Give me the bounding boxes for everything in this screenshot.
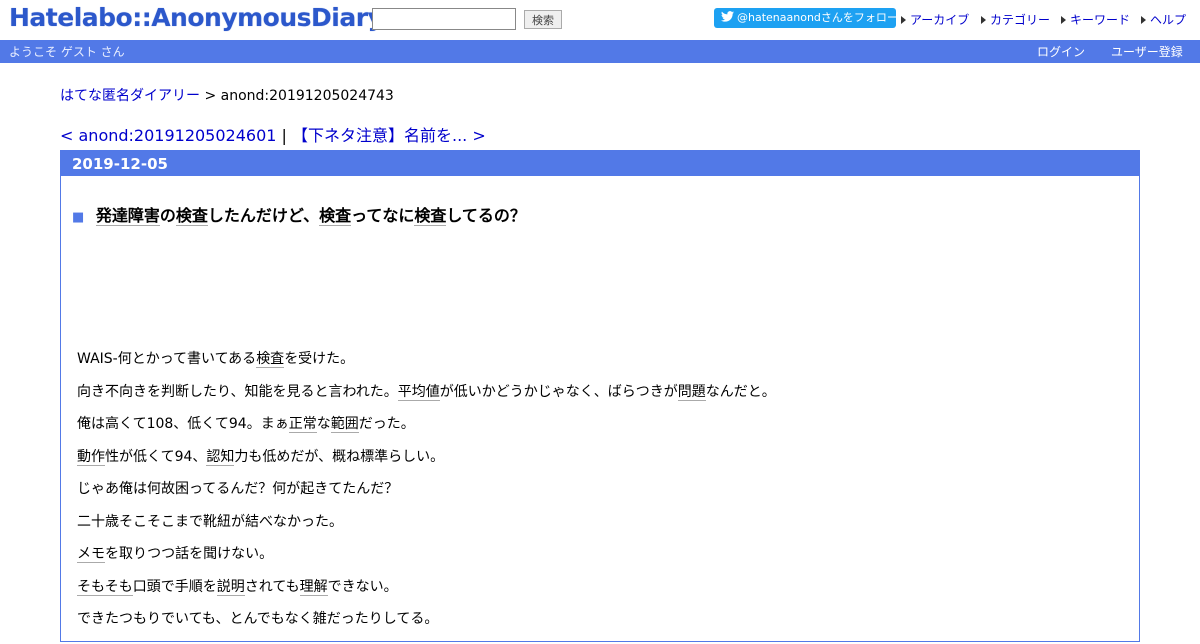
- site-header: Hatelabo::AnonymousDiary 検索 @hatenaanond…: [0, 0, 1200, 40]
- entry-title: ■ 発達障害の検査したんだけど、検査ってなに検査してるの？: [72, 202, 526, 226]
- body-paragraph: WAIS-何とかって書いてある検査を受けた。: [77, 351, 1117, 384]
- nav-archive[interactable]: アーカイブ: [901, 11, 969, 28]
- body-text: 俺は高くて108、低くて94。まぁ: [77, 416, 289, 432]
- body-text: 力も低めだが、概ね標準らしい。: [234, 448, 445, 465]
- keyword-link[interactable]: 検査: [256, 351, 285, 368]
- login-link[interactable]: ログイン: [1037, 43, 1085, 60]
- body-text: だった。: [358, 416, 415, 432]
- welcome-text: ようこそ ゲスト さん: [9, 45, 125, 59]
- title-text: してるの？: [446, 206, 526, 225]
- day-date-link[interactable]: 2019-12-05: [72, 155, 168, 173]
- keyword-link[interactable]: 検査: [414, 206, 447, 226]
- breadcrumb-separator: >: [200, 88, 221, 104]
- body-paragraph: 動作性が低くて94、認知力も低めだが、概ね標準らしい。: [77, 448, 1117, 482]
- welcome-bar: ようこそ ゲスト さん ログイン ユーザー登録: [0, 40, 1200, 63]
- triangle-bullet-icon: [981, 16, 986, 24]
- keyword-link[interactable]: 認知: [206, 448, 235, 466]
- body-text: WAIS-何とかって書いてある: [77, 351, 257, 367]
- prev-entry-link[interactable]: < anond:20191205024601: [60, 126, 276, 145]
- keyword-link[interactable]: 説明: [216, 578, 245, 596]
- triangle-bullet-icon: [1061, 16, 1066, 24]
- body-text: できたつもりでいても、とんでもなく雑だったりしてる。: [77, 611, 439, 627]
- keyword-link[interactable]: メモ: [77, 546, 105, 563]
- entry-body: WAIS-何とかって書いてある検査を受けた。 向き不向きを判断したり、知能を見ると…: [77, 351, 1117, 644]
- keyword-link[interactable]: 検査: [175, 206, 208, 226]
- body-text: を取りつつ話を聞けない。: [105, 546, 274, 562]
- body-paragraph: 俺は高くて108、低くて94。まぁ正常な範囲だった。: [77, 416, 1117, 449]
- title-text: ってなに: [351, 206, 415, 225]
- body-text: なんだと。: [705, 383, 776, 400]
- triangle-bullet-icon: [1141, 16, 1146, 24]
- title-text: したんだけど、: [207, 206, 320, 225]
- body-paragraph: そもそも口頭で手順を説明されても理解できない。: [77, 578, 1117, 612]
- body-paragraph: できたつもりでいても、とんでもなく雑だったりしてる。: [77, 611, 1117, 644]
- breadcrumb: はてな匿名ダイアリー > anond:20191205024743: [60, 85, 394, 105]
- keyword-link[interactable]: 検査: [319, 206, 352, 226]
- keyword-link[interactable]: そもそも: [77, 578, 133, 596]
- day-section: 2019-12-05 ■ 発達障害の検査したんだけど、検査ってなに検査してるの？…: [60, 150, 1140, 642]
- nav-keyword-link[interactable]: キーワード: [1070, 13, 1130, 27]
- nav-help[interactable]: ヘルプ: [1141, 11, 1186, 28]
- day-header: 2019-12-05: [61, 151, 1139, 176]
- site-logo[interactable]: Hatelabo::AnonymousDiary: [9, 3, 384, 32]
- body-text: されても: [244, 578, 300, 595]
- keyword-link[interactable]: 正常: [288, 416, 317, 433]
- body-text: 向き不向きを判断したり、知能を見ると言われた。: [77, 383, 398, 400]
- pager-separator: |: [276, 126, 292, 145]
- search-input[interactable]: [372, 8, 516, 30]
- body-text: な: [316, 416, 331, 432]
- body-paragraph: じゃあ俺は何故困ってるんだ？何が起きてたんだ？: [77, 481, 1117, 514]
- body-text: できない。: [327, 578, 398, 595]
- follow-label: @hatenaanondさんをフォロー: [737, 11, 896, 24]
- keyword-link[interactable]: 理解: [299, 578, 328, 596]
- nav-category-link[interactable]: カテゴリー: [990, 13, 1050, 27]
- entry-pager: < anond:20191205024601 | 【下ネタ注意】名前を... >: [60, 122, 486, 146]
- search-button[interactable]: 検索: [524, 10, 562, 29]
- body-text: 口頭で手順を: [132, 578, 217, 595]
- twitter-follow-button[interactable]: @hatenaanondさんをフォロー: [714, 8, 896, 28]
- body-paragraph: 二十歳そこそこまで靴紐が結べなかった。: [77, 514, 1117, 547]
- entry-permalink-marker[interactable]: ■: [72, 210, 84, 225]
- nav-category[interactable]: カテゴリー: [981, 11, 1050, 28]
- triangle-bullet-icon: [901, 16, 906, 24]
- nav-archive-link[interactable]: アーカイブ: [910, 13, 969, 27]
- register-link[interactable]: ユーザー登録: [1111, 43, 1183, 60]
- keyword-link[interactable]: 範囲: [330, 416, 359, 433]
- twitter-bird-icon: [721, 11, 734, 22]
- keyword-link[interactable]: 動作: [77, 448, 105, 466]
- body-text: じゃあ俺は何故困ってるんだ？何が起きてたんだ？: [77, 481, 399, 497]
- breadcrumb-home[interactable]: はてな匿名ダイアリー: [60, 88, 200, 104]
- body-text: 性が低くて94、: [105, 448, 207, 465]
- breadcrumb-current: anond:20191205024743: [220, 88, 394, 104]
- body-text: を受けた。: [284, 351, 355, 367]
- body-text: が低いかどうかじゃなく、ばらつきが: [439, 383, 678, 400]
- body-paragraph: 向き不向きを判断したり、知能を見ると言われた。平均値が低いかどうかじゃなく、ばら…: [77, 383, 1117, 417]
- keyword-link[interactable]: 発達障害: [95, 206, 160, 226]
- nav-keyword[interactable]: キーワード: [1061, 11, 1130, 28]
- body-paragraph: メモを取りつつ話を聞けない。: [77, 546, 1117, 579]
- keyword-link[interactable]: 問題: [677, 383, 706, 401]
- next-entry-link[interactable]: 【下ネタ注意】名前を... >: [292, 126, 486, 145]
- keyword-link[interactable]: 平均値: [397, 383, 440, 401]
- body-text: 二十歳そこそこまで靴紐が結べなかった。: [77, 513, 343, 530]
- nav-help-link[interactable]: ヘルプ: [1150, 13, 1186, 27]
- title-text: の: [159, 206, 176, 225]
